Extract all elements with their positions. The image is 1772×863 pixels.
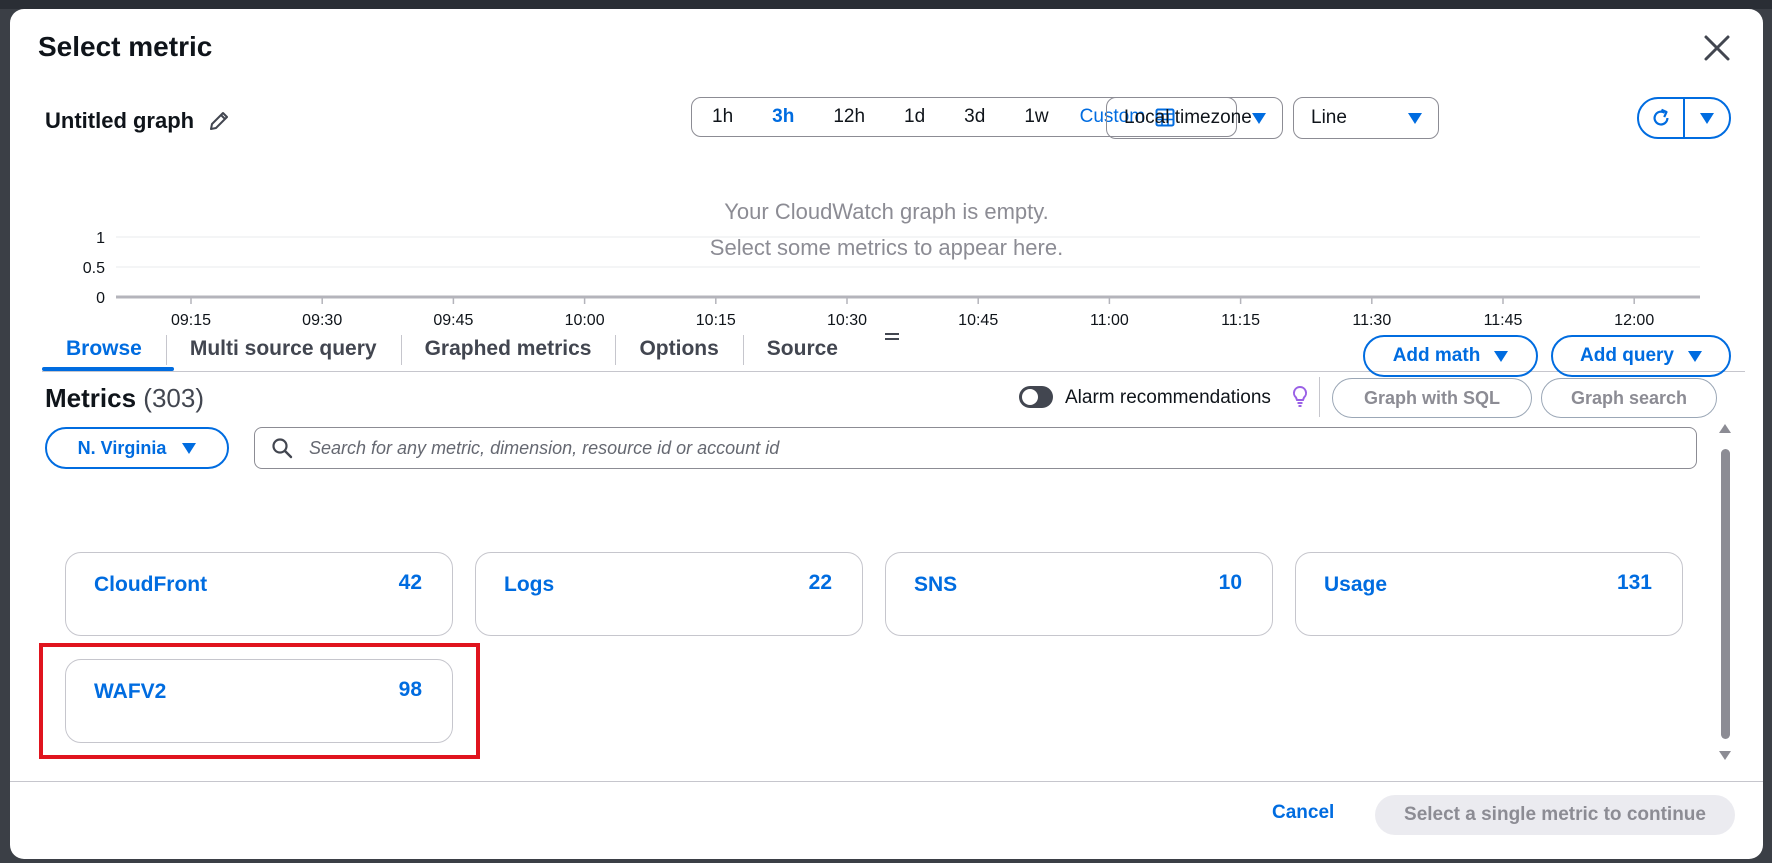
caret-down-icon: [1687, 350, 1702, 362]
tab-source[interactable]: Source: [742, 329, 862, 369]
region-label: N. Virginia: [77, 437, 167, 458]
select-metric-modal: Select metric Untitled graph 1h 3h 12h 1…: [10, 9, 1763, 859]
hamburger-icon: [885, 333, 899, 340]
metrics-heading: Metrics (303): [45, 383, 204, 414]
graph-with-sql-button[interactable]: Graph with SQL: [1332, 378, 1532, 418]
namespace-name: Logs: [504, 573, 555, 596]
namespace-name: Usage: [1324, 573, 1388, 596]
scroll-up-arrow-icon[interactable]: [1719, 424, 1731, 433]
empty-graph-message: Your CloudWatch graph is empty.: [724, 199, 1049, 224]
background-console: [0, 0, 1772, 9]
namespace-card-sns[interactable]: SNS 10: [885, 552, 1273, 636]
search-input[interactable]: [307, 436, 1696, 460]
tab-browse[interactable]: Browse: [42, 329, 166, 369]
tab-options[interactable]: Options: [615, 329, 742, 369]
namespace-name: CloudFront: [94, 573, 208, 596]
search-icon: [272, 438, 293, 459]
y-tick-label: 0: [96, 290, 105, 307]
metric-search-field: [254, 427, 1697, 469]
alarm-recommendations-label: Alarm recommendations: [1065, 387, 1271, 408]
x-tick-label: 11:00: [1090, 312, 1129, 329]
empty-graph-hint: Select some metrics to appear here.: [709, 235, 1064, 260]
add-query-button[interactable]: Add query: [1551, 335, 1731, 377]
namespace-name: SNS: [914, 573, 958, 596]
x-tick-label: 12:00: [1614, 312, 1654, 329]
x-tick-label: 11:30: [1352, 312, 1391, 329]
tab-multi-source-query[interactable]: Multi source query: [165, 329, 401, 369]
region-selector[interactable]: N. Virginia: [45, 427, 229, 469]
divider: [1319, 377, 1320, 417]
x-tick-label: 11:45: [1484, 312, 1523, 329]
caret-down-icon: [1494, 350, 1509, 362]
namespace-count: 131: [1616, 571, 1652, 594]
graph-search-button[interactable]: Graph search: [1541, 378, 1717, 418]
alarm-recommendations-toggle[interactable]: [1019, 386, 1053, 408]
add-math-button[interactable]: Add math: [1363, 335, 1538, 377]
namespace-card-logs[interactable]: Logs 22: [475, 552, 863, 636]
namespace-card-cloudfront[interactable]: CloudFront 42: [65, 552, 453, 636]
metrics-heading-label: Metrics: [45, 383, 137, 413]
metrics-count: (303): [143, 383, 204, 413]
highlight-annotation-box: [39, 643, 480, 759]
add-query-label: Add query: [1580, 345, 1674, 366]
namespace-count: 10: [1218, 571, 1242, 594]
footer-divider: [10, 781, 1763, 782]
tab-graphed-metrics[interactable]: Graphed metrics: [400, 329, 616, 369]
cancel-button[interactable]: Cancel: [1272, 802, 1334, 824]
y-tick-label: 0.5: [83, 260, 105, 277]
scrollbar-thumb[interactable]: [1721, 449, 1730, 739]
namespace-card-usage[interactable]: Usage 131: [1295, 552, 1683, 636]
namespace-count: 42: [398, 571, 422, 594]
x-tick-label: 10:45: [958, 312, 998, 329]
add-math-label: Add math: [1392, 345, 1481, 366]
empty-chart: 10.5009:15 09:30 09:45 10:00 10:15 10:30 10:45…: [83, 230, 1700, 329]
tab-bar: Browse Multi source query Graphed metric…: [42, 327, 862, 371]
lightbulb-icon[interactable]: [1291, 385, 1309, 407]
x-tick-label: 11:15: [1221, 312, 1260, 329]
scroll-down-arrow-icon[interactable]: [1719, 751, 1731, 760]
caret-down-icon: [182, 442, 197, 454]
continue-button[interactable]: Select a single metric to continue: [1375, 795, 1735, 835]
namespace-count: 22: [808, 571, 832, 594]
